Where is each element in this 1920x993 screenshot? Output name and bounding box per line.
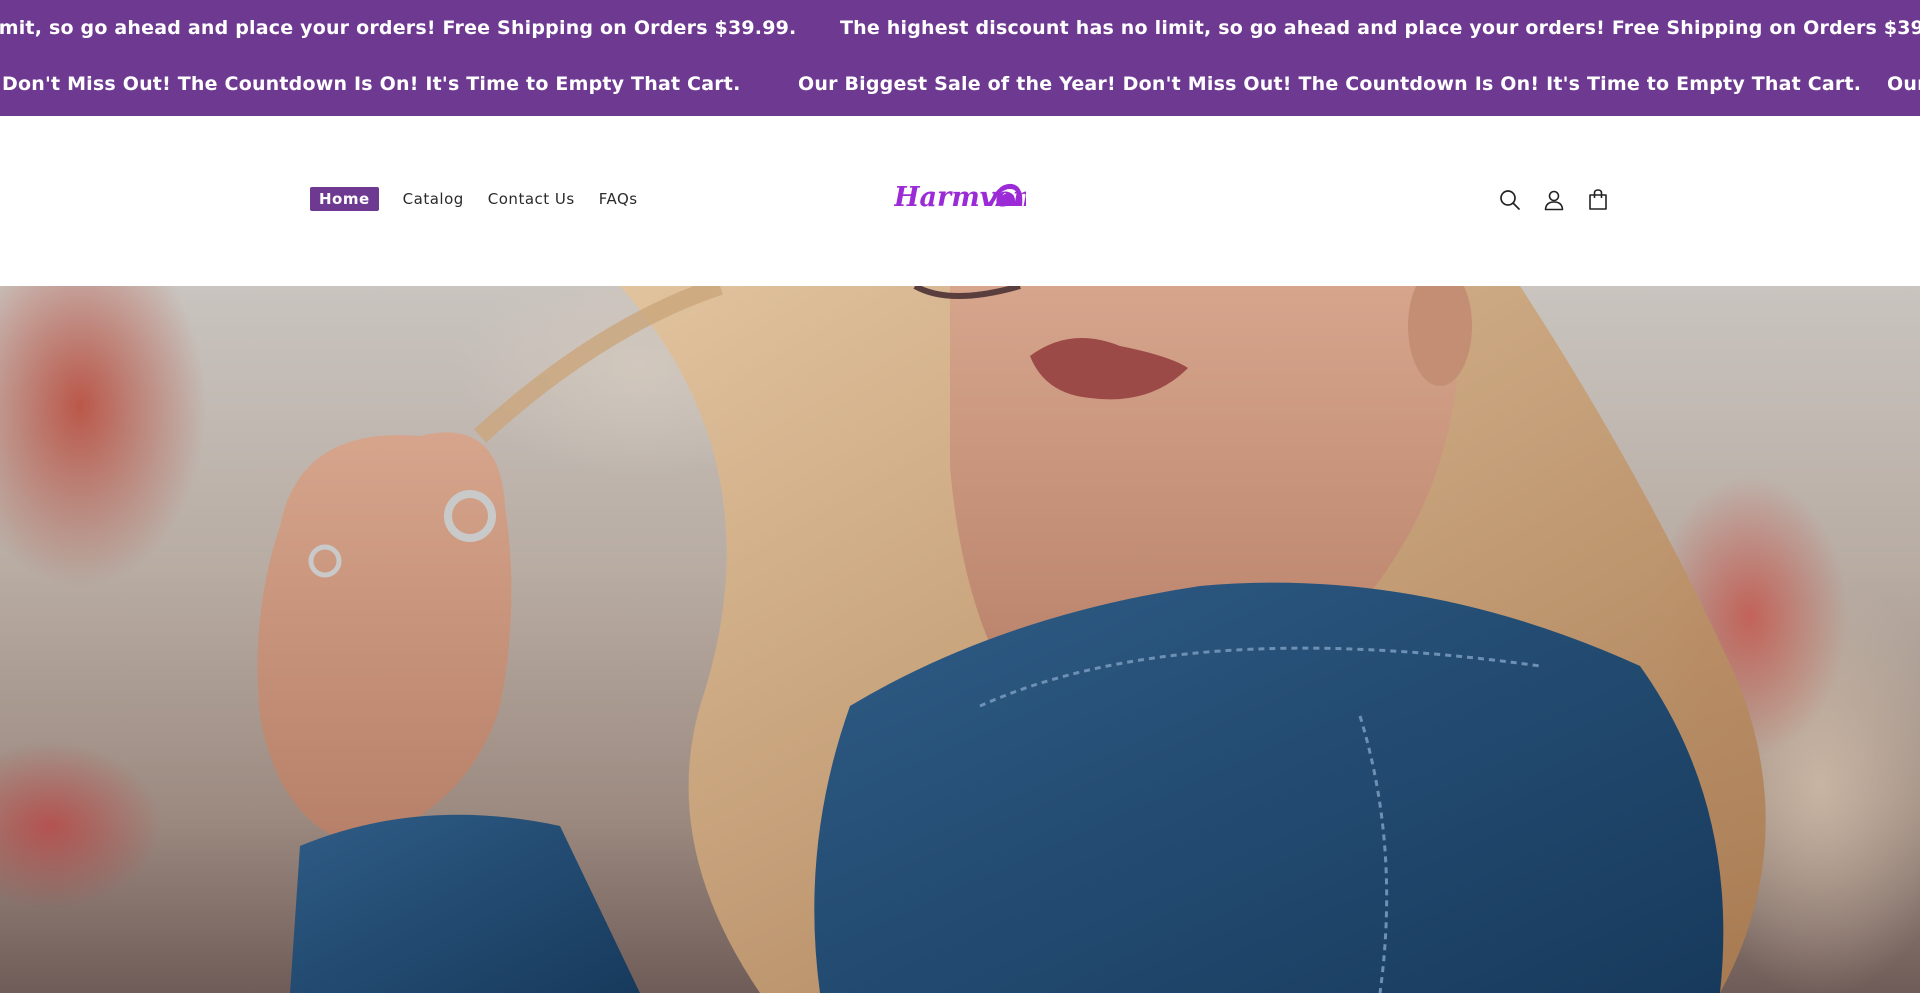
announcement-text: Don't Miss Out! The Countdown Is On! It'… bbox=[2, 73, 741, 95]
hero-banner-image bbox=[0, 286, 1920, 993]
nav-contact-us[interactable]: Contact Us bbox=[488, 190, 575, 208]
logo-graphic: Harmven bbox=[893, 182, 1032, 213]
announcement-text: The highest discount has no limit, so go… bbox=[840, 17, 1920, 39]
cart-icon[interactable] bbox=[1586, 188, 1610, 212]
search-icon[interactable] bbox=[1498, 188, 1522, 212]
announcement-text: imit, so go ahead and place your orders!… bbox=[0, 17, 797, 39]
nav-catalog[interactable]: Catalog bbox=[403, 190, 464, 208]
main-nav: Home Catalog Contact Us FAQs bbox=[310, 187, 662, 211]
account-icon[interactable] bbox=[1542, 188, 1566, 212]
announcement-bar-bottom: Don't Miss Out! The Countdown Is On! It'… bbox=[0, 58, 1920, 116]
header-actions bbox=[1498, 188, 1610, 212]
announcement-text: Our bbox=[1887, 73, 1920, 95]
announcement-bar-top: imit, so go ahead and place your orders!… bbox=[0, 0, 1920, 58]
announcement-text: Our Biggest Sale of the Year! Don't Miss… bbox=[798, 73, 1862, 95]
nav-home[interactable]: Home bbox=[310, 187, 379, 211]
nav-faqs[interactable]: FAQs bbox=[599, 190, 638, 208]
hero-illustration bbox=[257, 286, 1766, 993]
logo-text: Harmven bbox=[894, 182, 1026, 213]
site-header: Home Catalog Contact Us FAQs Harmven bbox=[0, 116, 1920, 286]
site-logo[interactable]: Harmven bbox=[893, 176, 1032, 216]
